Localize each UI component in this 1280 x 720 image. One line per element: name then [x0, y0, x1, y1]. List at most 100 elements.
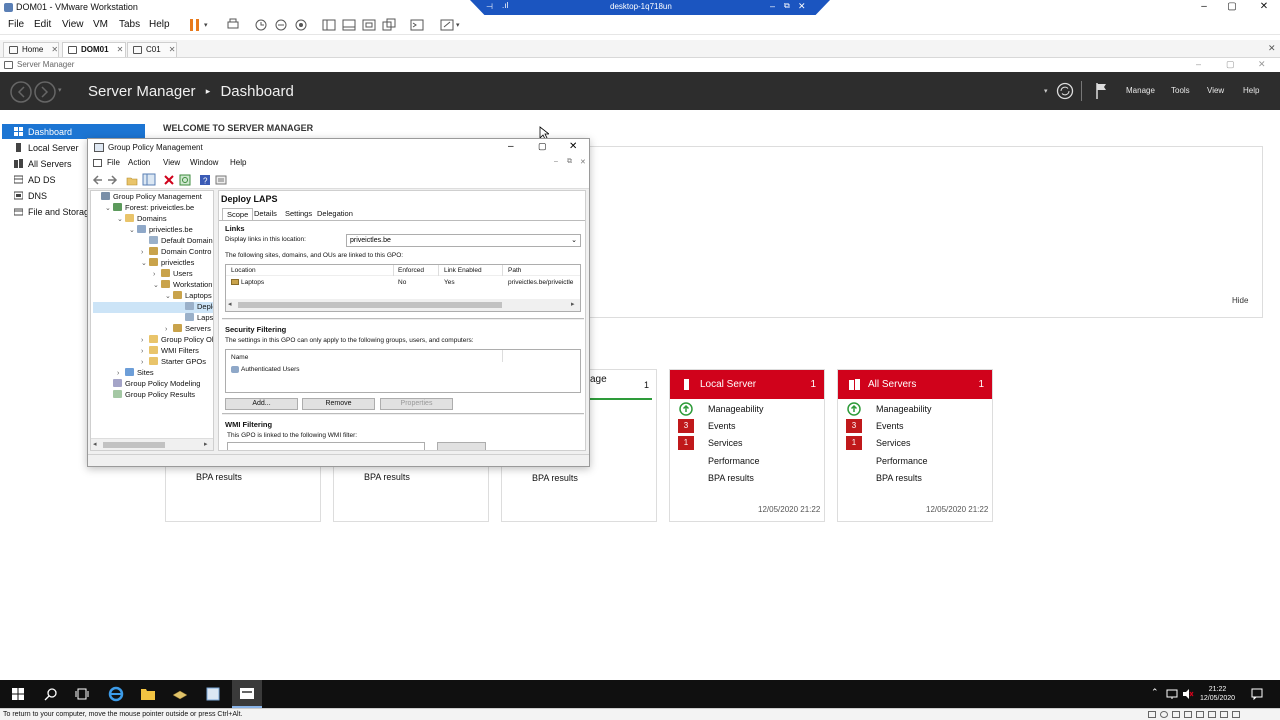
device-status-icons[interactable] [1148, 711, 1273, 719]
menu-tabs[interactable]: Tabs [119, 19, 140, 30]
gpmc-taskbar-icon[interactable] [205, 686, 221, 702]
tree-node[interactable]: › Domain Contro [93, 247, 213, 258]
tile-row-services[interactable]: 1 Services [846, 435, 986, 452]
remote-restore-icon[interactable]: ⧉ [784, 1, 790, 11]
network-adapter-icon[interactable] [1172, 711, 1180, 718]
tree-node[interactable]: ⌄ priveictles.be [93, 225, 213, 236]
gpmc-menu-window[interactable]: Window [190, 158, 218, 167]
all-servers-tile[interactable]: All Servers 1 Manageability 3 Events 1 S… [837, 369, 993, 522]
delete-icon[interactable] [163, 174, 175, 186]
cd-drive-icon[interactable] [1160, 711, 1168, 718]
network-icon[interactable] [1166, 688, 1178, 700]
tree-node[interactable]: › Servers [93, 324, 213, 335]
gpmc-titlebar[interactable]: Group Policy Management – ▢ ✕ [88, 139, 589, 156]
gpmc-tree-pane[interactable]: Group Policy Management ⌄ Forest: priveict… [90, 190, 214, 451]
tab-home[interactable]: Home ✕ [3, 42, 59, 57]
scroll-right-icon[interactable]: ▸ [571, 300, 575, 308]
message-icon[interactable] [1232, 711, 1240, 718]
tree-node[interactable]: › Starter GPOs [93, 357, 213, 368]
tab-close-all-icon[interactable]: ✕ [1268, 43, 1276, 54]
task-view-icon[interactable] [75, 688, 89, 700]
col-link-enabled[interactable]: Link Enabled [444, 267, 482, 274]
expanded-chevron-icon[interactable]: ⌄ [105, 204, 113, 212]
active-app-taskbar-icon[interactable] [232, 680, 262, 708]
menu-vm[interactable]: VM [93, 19, 108, 30]
tree-horizontal-scrollbar[interactable]: ◂ ▸ [91, 438, 213, 450]
show-library-icon[interactable] [322, 18, 336, 32]
console-view-icon[interactable] [410, 18, 424, 32]
menu-tools[interactable]: Tools [1171, 86, 1190, 95]
tree-node[interactable]: Laps [93, 313, 213, 324]
tree-node[interactable]: Group Policy Results [93, 390, 213, 401]
collapsed-chevron-icon[interactable]: › [117, 370, 125, 377]
start-button[interactable] [12, 688, 24, 700]
remove-button[interactable]: Remove [302, 398, 375, 410]
tree-node[interactable]: Group Policy Modeling [93, 379, 213, 390]
display-icon[interactable] [1220, 711, 1228, 718]
hide-welcome-link[interactable]: Hide [1232, 296, 1248, 305]
collapsed-chevron-icon[interactable]: › [141, 337, 149, 344]
tree-node[interactable]: › Group Policy Ob [93, 335, 213, 346]
expanded-chevron-icon[interactable]: ⌄ [117, 215, 125, 223]
gpmc-maximize-button[interactable]: ▢ [538, 141, 547, 152]
tree-node[interactable]: ⌄ Forest: priveictles.be [93, 203, 213, 214]
scroll-thumb[interactable] [238, 302, 502, 308]
tree-node[interactable]: ⌄ Domains [93, 214, 213, 225]
snapshot-icon[interactable] [254, 18, 268, 32]
sidebar-item-dashboard[interactable]: Dashboard [2, 124, 145, 139]
sm-minimize-button[interactable]: – [1196, 59, 1201, 69]
tree-node[interactable]: › Users [93, 269, 213, 280]
tile-row-events[interactable]: 3 Events [678, 418, 818, 435]
up-folder-icon[interactable] [126, 174, 138, 186]
unity-icon[interactable] [382, 18, 396, 32]
stretch-dropdown-icon[interactable]: ▾ [456, 21, 460, 29]
tab-scope[interactable]: Scope [222, 208, 254, 220]
forward-arrow-icon[interactable] [106, 174, 118, 186]
refresh-icon[interactable] [179, 174, 191, 186]
expanded-chevron-icon[interactable]: ⌄ [141, 259, 149, 267]
menu-file[interactable]: File [8, 19, 24, 30]
usb-icon[interactable] [1184, 711, 1192, 718]
properties-icon[interactable] [215, 174, 227, 186]
help-icon[interactable]: ? [199, 174, 211, 186]
tile-row-performance[interactable]: Performance [678, 453, 818, 470]
tile-row-services[interactable]: 1 Services [678, 435, 818, 452]
expanded-chevron-icon[interactable]: ⌄ [153, 281, 161, 289]
thumbnail-bar-icon[interactable] [342, 18, 356, 32]
tree-node[interactable]: Default Domain [93, 236, 213, 247]
tree-node[interactable]: Deplo [93, 302, 213, 313]
tree-node[interactable]: › Sites [93, 368, 213, 379]
scroll-right-icon[interactable]: ▸ [204, 440, 208, 448]
scroll-left-icon[interactable]: ◂ [228, 300, 232, 308]
collapsed-chevron-icon[interactable]: › [141, 359, 149, 366]
add-button[interactable]: Add... [225, 398, 298, 410]
tree-node[interactable]: ⌄ Laptops [93, 291, 213, 302]
expanded-chevron-icon[interactable]: ⌄ [165, 292, 173, 300]
full-screen-icon[interactable] [362, 18, 376, 32]
close-icon[interactable]: ✕ [169, 45, 176, 54]
col-enforced[interactable]: Enforced [398, 267, 424, 274]
forward-button[interactable] [34, 81, 56, 103]
pause-dropdown-icon[interactable]: ▾ [204, 21, 208, 29]
tile-row-manageability[interactable]: Manageability [846, 401, 986, 418]
tab-delegation[interactable]: Delegation [313, 208, 357, 220]
back-arrow-icon[interactable] [92, 174, 104, 186]
collapsed-chevron-icon[interactable]: › [165, 326, 173, 333]
internet-explorer-icon[interactable] [108, 686, 124, 702]
collapsed-chevron-icon[interactable]: › [153, 271, 161, 278]
col-name[interactable]: Name [231, 354, 248, 361]
tree-node[interactable]: Group Policy Management [93, 192, 213, 203]
group-policy-management-window[interactable]: Group Policy Management – ▢ ✕ File Actio… [87, 138, 590, 467]
tile-header[interactable]: Local Server 1 [670, 370, 824, 399]
pause-icon[interactable] [188, 18, 202, 32]
display-links-dropdown[interactable]: priveictles.be ⌄ [346, 234, 581, 247]
security-listview[interactable]: Name Authenticated Users [225, 349, 581, 393]
tab-dom01[interactable]: DOM01 ✕ [62, 42, 126, 57]
close-icon[interactable]: ✕ [51, 45, 58, 54]
col-path[interactable]: Path [508, 267, 521, 274]
gpmc-menu-file[interactable]: File [107, 158, 120, 167]
sm-close-button[interactable]: ✕ [1258, 59, 1266, 70]
links-horizontal-scrollbar[interactable]: ◂ ▸ [226, 299, 580, 311]
gpmc-menu-help[interactable]: Help [230, 158, 246, 167]
expanded-chevron-icon[interactable]: ⌄ [129, 226, 137, 234]
